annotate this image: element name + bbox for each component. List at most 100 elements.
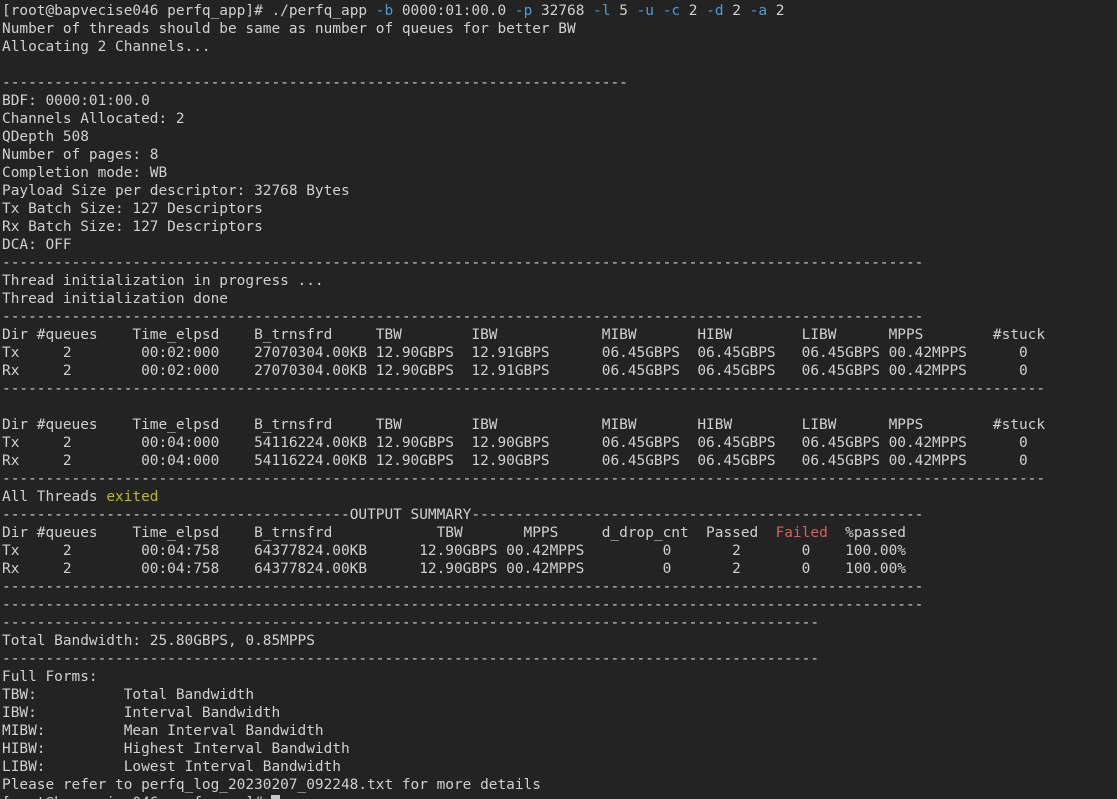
terminal-line: TBW: Total Bandwidth — [2, 686, 1117, 704]
flag-a: -a — [749, 3, 768, 19]
command: ./perfq_app — [271, 3, 376, 19]
threads-exited-line: All Threads exited — [2, 488, 1117, 506]
divider: ----------------------------------------… — [2, 651, 820, 667]
text-run: MIBW: Mean Interval Bandwidth — [2, 723, 324, 739]
text-run: Rx Batch Size: 127 Descriptors — [2, 219, 263, 235]
divider: ----------------------------------------… — [2, 471, 1046, 487]
text-run: Number of threads should be same as numb… — [2, 21, 576, 37]
table-header-row: Dir #queues Time_elpsd B_trnsfrd TBW IBW… — [2, 416, 1117, 434]
text-run: LIBW: Lowest Interval Bandwidth — [2, 759, 341, 775]
text-run: Dir #queues Time_elpsd B_trnsfrd TBW IBW… — [2, 327, 1046, 343]
text-run: DCA: OFF — [2, 237, 72, 253]
terminal-line: BDF: 0000:01:00.0 — [2, 92, 1117, 110]
text-run: Rx 2 00:04:758 64377824.00KB 12.90GBPS 0… — [2, 561, 906, 577]
terminal-line: LIBW: Lowest Interval Bandwidth — [2, 758, 1117, 776]
table-row-rx: Rx 2 00:02:000 27070304.00KB 12.90GBPS 1… — [2, 362, 1117, 380]
divider: ----------------------------------------… — [2, 615, 820, 631]
terminal-line: Please refer to perfq_log_20230207_09224… — [2, 776, 1117, 794]
terminal-line: Payload Size per descriptor: 32768 Bytes — [2, 182, 1117, 200]
terminal-line: MIBW: Mean Interval Bandwidth — [2, 722, 1117, 740]
terminal-line: Number of pages: 8 — [2, 146, 1117, 164]
summary-row-tx: Tx 2 00:04:758 64377824.00KB 12.90GBPS 0… — [2, 542, 1117, 560]
text-run: 5 — [610, 3, 637, 19]
text-run: Completion mode: WB — [2, 165, 168, 181]
flag-d: -d — [706, 3, 724, 19]
terminal-line: Allocating 2 Channels... — [2, 38, 1117, 56]
prompt: [root@bapvecise046 perfq_app]# — [2, 3, 272, 19]
status-exited: exited — [106, 489, 159, 505]
text-run: Dir #queues Time_elpsd B_trnsfrd TBW IBW… — [2, 417, 1046, 433]
terminal-line: Full Forms: — [2, 668, 1117, 686]
text-run: HIBW: Highest Interval Bandwidth — [2, 741, 350, 757]
text-run: Tx 2 00:02:000 27070304.00KB 12.90GBPS 1… — [2, 345, 1028, 361]
terminal-line: Rx Batch Size: 127 Descriptors — [2, 218, 1117, 236]
text-run: Tx 2 00:04:000 54116224.00KB 12.90GBPS 1… — [2, 435, 1028, 451]
section-title: OUTPUT SUMMARY — [349, 507, 472, 523]
text-run: IBW: Interval Bandwidth — [2, 705, 281, 721]
flag-p: -p — [514, 3, 533, 19]
text-run: All Threads — [2, 489, 107, 505]
terminal-line: IBW: Interval Bandwidth — [2, 704, 1117, 722]
text-run: Payload Size per descriptor: 32768 Bytes — [2, 183, 350, 199]
divider: ----------------------------------------… — [2, 309, 924, 325]
flag-c: -c — [662, 3, 681, 19]
divider: ----------------------------------------… — [2, 255, 924, 271]
terminal-line: Tx Batch Size: 127 Descriptors — [2, 200, 1117, 218]
total-bandwidth: Total Bandwidth: 25.80GBPS, 0.85MPPS — [2, 633, 315, 649]
text-run: Allocating 2 Channels... — [2, 39, 211, 55]
flag-l: -l — [593, 3, 611, 19]
prompt-line: [root@bapvecise046 perfq_app]# ./perfq_a… — [2, 2, 1117, 20]
prompt: [root@bapvecise046 perfq_app]# — [2, 795, 271, 799]
text-run: Rx 2 00:02:000 27070304.00KB 12.90GBPS 1… — [2, 363, 1028, 379]
divider: ---------------------------------------- — [2, 507, 350, 523]
table-row-tx: Tx 2 00:04:000 54116224.00KB 12.90GBPS 1… — [2, 434, 1117, 452]
divider-line: ----------------------------------------… — [2, 254, 1117, 272]
text-run: 2 — [767, 3, 785, 19]
text-run: Rx 2 00:04:000 54116224.00KB 12.90GBPS 1… — [2, 453, 1028, 469]
total-bandwidth-line: Total Bandwidth: 25.80GBPS, 0.85MPPS — [2, 632, 1117, 650]
text-run: %passed — [827, 525, 906, 541]
divider-line: ----------------------------------------… — [2, 578, 1117, 596]
text-run: Thread initialization done — [2, 291, 228, 307]
table-row-rx: Rx 2 00:04:000 54116224.00KB 12.90GBPS 1… — [2, 452, 1117, 470]
terminal-line: Number of threads should be same as numb… — [2, 20, 1117, 38]
divider: ----------------------------------------… — [2, 381, 1046, 397]
divider: ----------------------------------------… — [2, 597, 924, 613]
text-run: Please refer to perfq_log_20230207_09224… — [2, 777, 541, 793]
terminal-line: Thread initialization done — [2, 290, 1117, 308]
text-run: 32768 — [532, 3, 594, 19]
text-run: 0000:01:00.0 — [393, 3, 515, 19]
divider: ----------------------------------------… — [471, 507, 924, 523]
output-summary-divider: ----------------------------------------… — [2, 506, 1117, 524]
table-row-tx: Tx 2 00:02:000 27070304.00KB 12.90GBPS 1… — [2, 344, 1117, 362]
text-run: 2 — [723, 3, 750, 19]
text-run: Tx Batch Size: 127 Descriptors — [2, 201, 263, 217]
text-run: Thread initialization in progress ... — [2, 273, 324, 289]
terminal-screen[interactable]: [root@bapvecise046 perfq_app]# ./perfq_a… — [0, 0, 1117, 799]
text-run: Channels Allocated: 2 — [2, 111, 185, 127]
flag-b: -b — [375, 3, 394, 19]
text-run: Tx 2 00:04:758 64377824.00KB 12.90GBPS 0… — [2, 543, 906, 559]
table-header-row: Dir #queues Time_elpsd B_trnsfrd TBW IBW… — [2, 326, 1117, 344]
divider-line: ----------------------------------------… — [2, 74, 1117, 92]
divider-line: ----------------------------------------… — [2, 650, 1117, 668]
terminal-line: DCA: OFF — [2, 236, 1117, 254]
terminal-line: HIBW: Highest Interval Bandwidth — [2, 740, 1117, 758]
terminal-line: Thread initialization in progress ... — [2, 272, 1117, 290]
terminal-line: QDepth 508 — [2, 128, 1117, 146]
divider: ----------------------------------------… — [2, 579, 924, 595]
text-run: Dir #queues Time_elpsd B_trnsfrd TBW MPP… — [2, 525, 776, 541]
divider: ----------------------------------------… — [2, 75, 628, 91]
divider-line: ----------------------------------------… — [2, 308, 1117, 326]
text-run: BDF: 0000:01:00.0 — [2, 93, 150, 109]
text-run — [654, 3, 663, 19]
prompt-line: [root@bapvecise046 perfq_app]# — [2, 794, 1117, 799]
cursor — [271, 795, 281, 799]
summary-header-row: Dir #queues Time_elpsd B_trnsfrd TBW MPP… — [2, 524, 1117, 542]
summary-row-rx: Rx 2 00:04:758 64377824.00KB 12.90GBPS 0… — [2, 560, 1117, 578]
divider-line: ----------------------------------------… — [2, 470, 1117, 488]
text-run: Full Forms: — [2, 669, 98, 685]
text-run: QDepth 508 — [2, 129, 89, 145]
